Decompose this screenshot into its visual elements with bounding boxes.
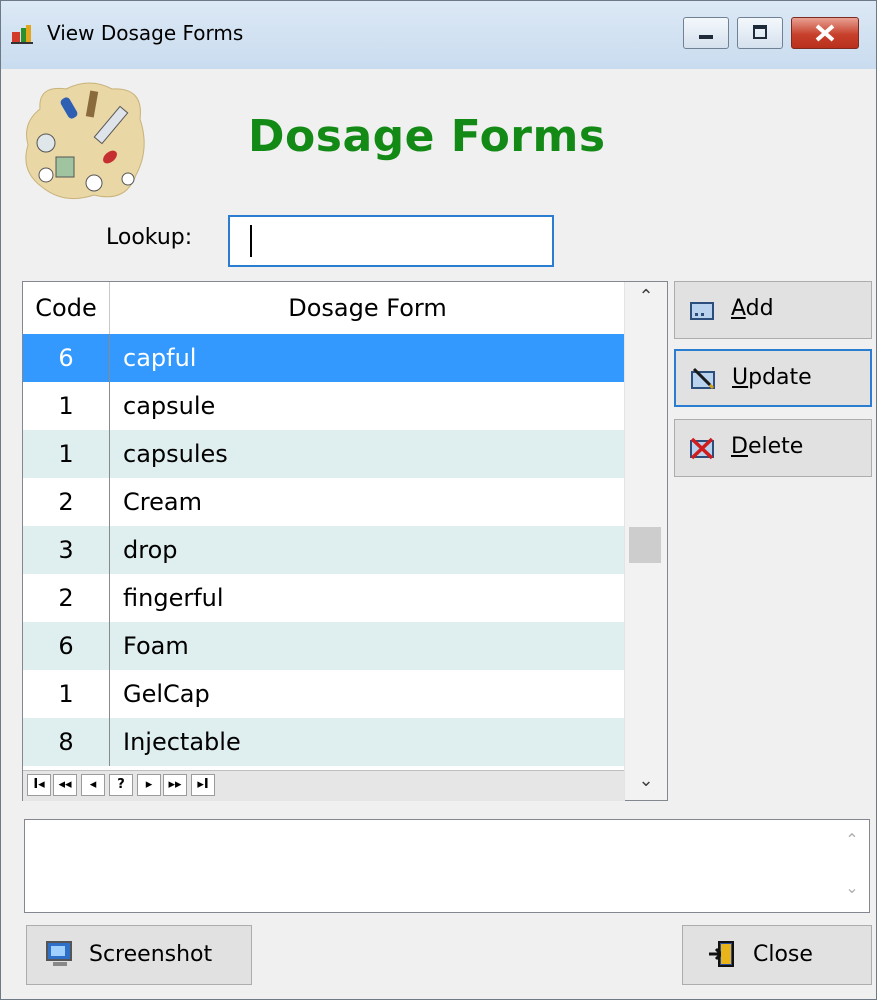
grid-vertical-scrollbar[interactable]: ⌃ ⌄: [624, 282, 667, 800]
close-window-button[interactable]: [791, 17, 859, 49]
minimize-button[interactable]: [683, 17, 729, 49]
delete-record-icon: [690, 437, 714, 460]
code-cell: 6: [23, 334, 110, 382]
notes-memo[interactable]: ⌃ ⌄: [24, 819, 870, 913]
search-record-button[interactable]: ?: [109, 774, 133, 796]
last-record-button[interactable]: ▸I: [191, 774, 215, 796]
grid-rows: 6 capful 1 capsule 1 capsules 2 Cream 3: [23, 334, 625, 766]
scroll-down-arrow-icon[interactable]: ⌄: [835, 878, 869, 897]
screenshot-button-label: Screenshot: [89, 942, 213, 967]
maximize-button[interactable]: [737, 17, 783, 49]
memo-vertical-scrollbar[interactable]: ⌃ ⌄: [835, 820, 869, 912]
add-button-label: Add: [731, 296, 774, 321]
dosage-form-cell: fingerful: [123, 584, 224, 612]
table-row[interactable]: 1 GelCap: [23, 670, 625, 718]
code-cell: 3: [23, 526, 110, 574]
dosage-form-cell: GelCap: [123, 680, 210, 708]
close-icon: [815, 24, 835, 42]
next-record-button[interactable]: ▸: [137, 774, 161, 796]
table-row[interactable]: 3 drop: [23, 526, 625, 574]
dosage-forms-grid[interactable]: Code Dosage Form 6 capful 1 capsule 1 ca…: [22, 281, 668, 801]
medicine-logo-icon: [25, 82, 145, 200]
column-header-dosage-form[interactable]: Dosage Form: [110, 282, 625, 334]
code-cell: 2: [23, 574, 110, 622]
table-row[interactable]: 1 capsule: [23, 382, 625, 430]
dosage-form-cell: Cream: [123, 488, 202, 516]
lookup-label: Lookup:: [106, 225, 193, 250]
code-cell: 1: [23, 382, 110, 430]
table-row[interactable]: 1 capsules: [23, 430, 625, 478]
scroll-up-arrow-icon[interactable]: ⌃: [625, 286, 667, 307]
code-cell: 1: [23, 670, 110, 718]
first-record-button[interactable]: I◂: [27, 774, 51, 796]
record-navigator: I◂ ◂◂ ◂ ? ▸ ▸▸ ▸I: [23, 770, 625, 801]
code-cell: 2: [23, 478, 110, 526]
code-cell: 1: [23, 430, 110, 478]
monitor-icon: [46, 941, 72, 966]
add-record-icon: [690, 302, 714, 320]
app-icon: [11, 25, 33, 44]
table-row[interactable]: 6 Foam: [23, 622, 625, 670]
code-cell: 6: [23, 622, 110, 670]
dosage-form-cell: capsules: [123, 440, 228, 468]
dosage-form-cell: capsule: [123, 392, 216, 420]
close-button-label: Close: [753, 942, 813, 967]
dosage-forms-window: View Dosage Forms Dosage Forms Lookup: C…: [0, 0, 877, 1000]
code-cell: 8: [23, 718, 110, 766]
close-button[interactable]: Close: [682, 925, 872, 985]
delete-button[interactable]: Delete: [674, 419, 872, 477]
previous-record-button[interactable]: ◂: [81, 774, 105, 796]
scroll-down-arrow-icon[interactable]: ⌄: [625, 770, 667, 791]
title-bar[interactable]: View Dosage Forms: [1, 1, 876, 69]
lookup-input[interactable]: [228, 215, 554, 267]
next-page-button[interactable]: ▸▸: [163, 774, 187, 796]
screenshot-button[interactable]: Screenshot: [26, 925, 252, 985]
update-button-label: Update: [732, 365, 812, 390]
column-header-code[interactable]: Code: [23, 282, 110, 334]
dosage-form-cell: Foam: [123, 632, 189, 660]
add-button[interactable]: Add: [674, 281, 872, 339]
previous-page-button[interactable]: ◂◂: [53, 774, 77, 796]
exit-door-icon: [709, 941, 734, 967]
delete-button-label: Delete: [731, 434, 804, 459]
dosage-form-cell: Injectable: [123, 728, 241, 756]
table-row[interactable]: 2 fingerful: [23, 574, 625, 622]
page-title: Dosage Forms: [248, 111, 606, 162]
update-button[interactable]: Update: [674, 349, 872, 407]
edit-record-icon: [691, 367, 715, 390]
table-row[interactable]: 6 capful: [23, 334, 625, 382]
scroll-up-arrow-icon[interactable]: ⌃: [835, 830, 869, 849]
table-row[interactable]: 8 Injectable: [23, 718, 625, 766]
window-title: View Dosage Forms: [47, 21, 244, 45]
scroll-thumb[interactable]: [629, 527, 661, 563]
text-caret: [250, 225, 252, 257]
client-area: Dosage Forms Lookup: Code Dosage Form 6 …: [10, 69, 876, 999]
minimize-icon: [699, 35, 713, 39]
maximize-icon: [753, 25, 767, 39]
grid-header: Code Dosage Form: [23, 282, 625, 335]
dosage-form-cell: drop: [123, 536, 178, 564]
dosage-form-cell: capful: [123, 344, 197, 372]
table-row[interactable]: 2 Cream: [23, 478, 625, 526]
